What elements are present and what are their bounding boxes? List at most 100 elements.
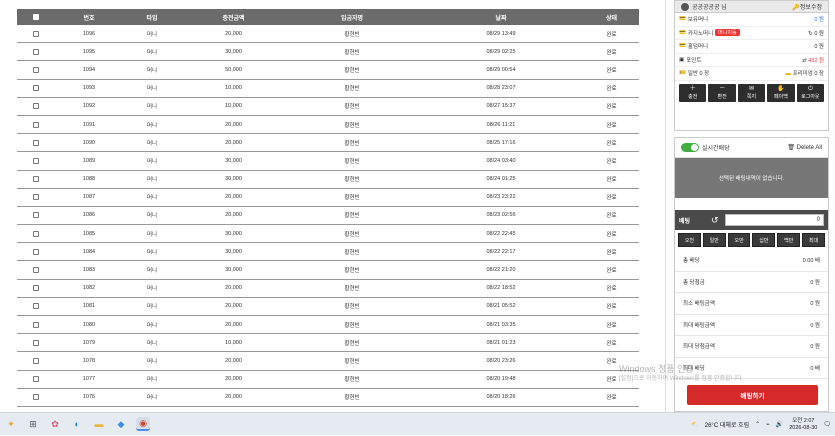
- activation-watermark: Windows 정품 인증 [설정]으로 이동하여 Windows를 정품 인증…: [619, 364, 743, 384]
- network-icon[interactable]: ⌁: [766, 421, 770, 428]
- chrome-icon[interactable]: ◉: [136, 417, 150, 431]
- row-status: 완료: [606, 140, 617, 147]
- row-number: 1090: [82, 139, 96, 146]
- row-checkbox[interactable]: [17, 267, 55, 274]
- row-checkbox[interactable]: [17, 121, 55, 128]
- row-status: 완료: [606, 340, 617, 347]
- row-checkbox[interactable]: [17, 103, 55, 110]
- exchange-icon[interactable]: ⇄: [802, 58, 807, 64]
- row-date: 08/27 15:37: [486, 103, 516, 110]
- row-amount: 10,000: [225, 339, 242, 346]
- row-checkbox[interactable]: [17, 48, 55, 55]
- stat-label: 최대 당첨금액: [683, 344, 715, 351]
- quick-100000-button[interactable]: 십만: [752, 233, 776, 247]
- live-odds-toggle[interactable]: [681, 143, 699, 152]
- point-row: ▣ 포인트 ⇄ 432 원: [675, 54, 828, 67]
- table-row: 1079 머니 10,000 황현빈 08/21 01:23 완료: [17, 334, 639, 353]
- withdraw-button[interactable]: － 환전: [708, 83, 736, 102]
- row-amount: 20,000: [225, 321, 242, 328]
- notification-icon[interactable]: 🗨: [823, 421, 831, 428]
- header-amount: 충전금액: [222, 15, 245, 22]
- chevron-up-icon[interactable]: ⌃: [755, 421, 760, 428]
- row-depositor: 황현빈: [344, 67, 360, 74]
- move-money-button[interactable]: 머니이동: [715, 29, 740, 37]
- weather-icon[interactable]: ⛅: [691, 421, 698, 428]
- store-icon[interactable]: ◆: [114, 417, 128, 431]
- row-amount: 20,000: [225, 121, 242, 128]
- wallet-icon: 💳: [679, 43, 686, 50]
- power-icon: ⏻: [807, 85, 813, 92]
- row-type: 머니: [146, 104, 158, 111]
- row-type: 머니: [146, 358, 158, 365]
- row-checkbox[interactable]: [17, 285, 55, 292]
- bet-amount-input[interactable]: 0: [725, 214, 824, 226]
- row-checkbox[interactable]: [17, 30, 55, 37]
- row-depositor: 황현빈: [344, 31, 360, 38]
- row-checkbox[interactable]: [17, 303, 55, 310]
- row-checkbox[interactable]: [17, 376, 55, 383]
- row-checkbox[interactable]: [17, 230, 55, 237]
- minus-icon: －: [719, 85, 726, 92]
- clock[interactable]: 오전 2:07 2026-08-30: [789, 418, 817, 432]
- row-checkbox[interactable]: [17, 394, 55, 401]
- row-date: 08/21 01:23: [486, 339, 516, 346]
- row-checkbox[interactable]: [17, 321, 55, 328]
- row-status: 완료: [606, 122, 617, 129]
- row-type: 머니: [146, 268, 158, 275]
- row-status: 완료: [606, 213, 617, 220]
- system-tray: ⛅ 26°C 대체로 흐림 ⌃ ⌁ 🔊 오전 2:07 2026-08-30 🗨: [691, 413, 831, 436]
- header-depositor: 입금자명: [340, 15, 364, 22]
- edge-icon[interactable]: ◐: [70, 417, 84, 431]
- select-all-checkbox[interactable]: [17, 14, 55, 20]
- row-status: 완료: [606, 268, 617, 275]
- row-checkbox[interactable]: [17, 176, 55, 183]
- row-amount: 30,000: [225, 176, 242, 183]
- delete-all-button[interactable]: 🗑 Delete All: [787, 144, 822, 151]
- row-amount: 20,000: [225, 139, 242, 146]
- point-value: ⇄ 432 원: [802, 57, 824, 64]
- row-checkbox[interactable]: [17, 194, 55, 201]
- message-button[interactable]: ✉ 쪽지: [737, 83, 766, 102]
- stat-row: 최대 당첨금액 0 원: [675, 336, 828, 358]
- stat-label: 총 배당: [683, 258, 700, 265]
- row-type: 머니: [146, 395, 158, 402]
- row-type: 머니: [146, 140, 158, 147]
- color-app-icon[interactable]: ✿: [48, 417, 62, 431]
- payback-button[interactable]: ✋ 페이백: [767, 83, 795, 102]
- quick-5000-button[interactable]: 오천: [678, 233, 701, 247]
- quick-10000-button[interactable]: 일만: [702, 233, 726, 247]
- row-checkbox[interactable]: [17, 157, 55, 164]
- row-checkbox[interactable]: [17, 248, 55, 255]
- start-icon[interactable]: ⊞: [26, 417, 40, 431]
- logout-button[interactable]: ⏻ 로그아웃: [796, 83, 825, 102]
- place-bet-button[interactable]: 배팅하기: [687, 385, 818, 405]
- point-icon: ▣: [679, 56, 685, 63]
- copilot-icon[interactable]: ✦: [4, 417, 18, 431]
- header-type: 타입: [146, 15, 158, 22]
- row-status: 완료: [606, 395, 617, 402]
- row-depositor: 황현빈: [344, 322, 360, 329]
- row-amount: 20,000: [225, 303, 242, 310]
- row-checkbox[interactable]: [17, 339, 55, 346]
- edit-profile-link[interactable]: 🔑정보수정: [792, 2, 822, 11]
- row-checkbox[interactable]: [17, 212, 55, 219]
- deposit-button[interactable]: ＋ 충전: [679, 83, 707, 102]
- row-checkbox[interactable]: [17, 139, 55, 146]
- reset-icon[interactable]: ↺: [711, 215, 725, 226]
- file-explorer-icon[interactable]: ▬: [92, 417, 106, 431]
- row-checkbox[interactable]: [17, 66, 55, 73]
- row-amount: 20,000: [225, 357, 242, 364]
- row-checkbox[interactable]: [17, 357, 55, 364]
- quick-1000000-button[interactable]: 백만: [777, 233, 801, 247]
- row-date: 08/24 03:40: [486, 157, 516, 164]
- quick-50000-button[interactable]: 오만: [727, 233, 751, 247]
- weather-text[interactable]: 26°C 대체로 흐림: [705, 420, 749, 429]
- refresh-icon[interactable]: ↻: [808, 31, 813, 37]
- stat-value: 0 원: [810, 301, 820, 308]
- volume-icon[interactable]: 🔊: [776, 421, 783, 428]
- quick-max-button[interactable]: 최대: [802, 233, 825, 247]
- table-row: 1085 머니 30,000 황현빈 08/22 22:45 완료: [17, 225, 639, 244]
- row-status: 완료: [606, 177, 617, 184]
- table-row: 1080 머니 20,000 황현빈 08/21 03:35 완료: [17, 316, 639, 335]
- row-checkbox[interactable]: [17, 85, 55, 92]
